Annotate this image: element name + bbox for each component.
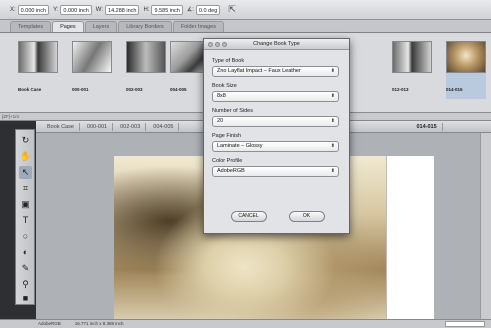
tab-folder-images[interactable]: Folder Images: [172, 21, 224, 32]
thumbnail-012-013[interactable]: 012-013: [392, 41, 432, 99]
color-swatch-icon[interactable]: ■: [19, 292, 32, 305]
y-label: Y:: [53, 6, 59, 13]
w-label: W:: [95, 6, 104, 13]
chevron-updown-icon: ⬍: [330, 93, 335, 99]
close-window-icon[interactable]: [208, 42, 213, 47]
y-control: Y: 0.000 inch: [53, 4, 92, 15]
dimensions-status: 16.771 inch x 8.388 inch: [74, 321, 124, 326]
w-field[interactable]: 14.288 inch: [105, 4, 140, 15]
x-field[interactable]: 0.000 inch: [17, 4, 50, 15]
select-value: 20: [217, 118, 224, 124]
zoom-field[interactable]: [445, 321, 485, 327]
tab-layers[interactable]: Layers: [84, 21, 118, 32]
thumbnail-caption: 012-013: [392, 87, 409, 92]
hand-tool-icon[interactable]: ✋: [19, 150, 32, 163]
book-size-label: Book Size: [212, 83, 237, 89]
vertical-scrollbar[interactable]: [480, 133, 491, 319]
angle-control: ∡: 0.0 deg: [186, 4, 221, 15]
tab-pages[interactable]: Pages: [52, 21, 84, 32]
color-profile-select[interactable]: AdobeRGB ⬍: [212, 166, 339, 177]
change-book-type-dialog: Change Book Type Type of Book Zno Layfla…: [203, 38, 350, 234]
color-profile-label: Color Profile: [212, 158, 243, 164]
ok-button[interactable]: OK: [288, 211, 325, 222]
thumbnail-image: [126, 41, 166, 73]
thumbnail-002-003[interactable]: 002-003: [126, 41, 166, 99]
thumbnail-caption: 000-001: [72, 87, 89, 92]
h-control: H: 9.585 inch: [143, 4, 183, 15]
x-label: X:: [10, 6, 16, 13]
minimize-window-icon[interactable]: [215, 42, 220, 47]
thumbnail-caption: 002-003: [126, 87, 143, 92]
dialog-titlebar: Change Book Type: [204, 39, 349, 50]
text-tool-icon[interactable]: T: [19, 214, 32, 227]
select-value: 8x8: [217, 93, 226, 99]
page-finish-select[interactable]: Laminate – Glossy ⬍: [212, 141, 339, 152]
tools-panel: ↻ ✋ ↖ ⌗ ▣ T ○ ◐ ✎ ⚲ ■: [15, 129, 35, 305]
number-of-sides-label: Number of Sides: [212, 108, 253, 114]
h-label: H:: [143, 6, 150, 13]
type-of-book-select[interactable]: Zno Layflat Impact – Faux Leather ⬍: [212, 66, 339, 77]
book-size-select[interactable]: 8x8 ⬍: [212, 91, 339, 102]
doc-tab-002-003[interactable]: 002-003: [115, 122, 147, 131]
thumbnail-image: [18, 41, 58, 73]
dialog-title: Change Book Type: [253, 41, 300, 47]
image-tool-icon[interactable]: ▣: [19, 198, 32, 211]
thumbnail-image: [392, 41, 432, 73]
tab-library-borders[interactable]: Library Borders: [118, 21, 172, 32]
tab-templates[interactable]: Templates: [10, 21, 52, 32]
thumbnail-image: [72, 41, 112, 73]
thumbnail-014-015[interactable]: 014-015: [446, 41, 486, 99]
dialog-body: Type of Book Zno Layflat Impact – Faux L…: [204, 50, 349, 177]
x-control: X: 0.000 inch: [10, 4, 50, 15]
thumbnail-caption: Book Case: [18, 87, 42, 92]
ellipse-tool-icon[interactable]: ○: [19, 230, 32, 243]
color-mode-status: AdobeRGB: [38, 321, 61, 326]
crop-tool-icon[interactable]: ⌗: [19, 182, 32, 195]
eyedropper-icon[interactable]: ✎: [19, 262, 32, 275]
type-of-book-label: Type of Book: [212, 58, 245, 64]
control-bar: X: 0.000 inch Y: 0.000 inch W: 14.288 in…: [0, 0, 491, 20]
status-bar: AdobeRGB 16.771 inch x 8.388 inch: [0, 319, 491, 328]
h-field[interactable]: 9.585 inch: [151, 4, 183, 15]
fit-icon[interactable]: ⇱: [228, 4, 236, 15]
chevron-updown-icon: ⬍: [330, 143, 335, 149]
w-control: W: 14.288 inch: [95, 4, 140, 15]
dialog-buttons: CANCEL OK: [204, 211, 351, 222]
chevron-updown-icon: ⬍: [330, 68, 335, 74]
zoom-window-icon[interactable]: [222, 42, 227, 47]
window-controls: [208, 42, 227, 47]
thumbnail-image: [446, 41, 486, 73]
number-of-sides-select[interactable]: 20 ⬍: [212, 116, 339, 127]
select-value: AdobeRGB: [217, 168, 245, 174]
panel-tabs: Templates Pages Layers Library Borders F…: [0, 20, 491, 33]
angle-field[interactable]: 0.0 deg: [195, 4, 221, 15]
cancel-button[interactable]: CANCEL: [230, 211, 267, 222]
shape-tool-icon[interactable]: ◐: [19, 246, 32, 259]
doc-tab-000-001[interactable]: 000-001: [82, 122, 114, 131]
page-finish-label: Page Finish: [212, 133, 242, 139]
doc-tab-004-005[interactable]: 004-005: [148, 122, 180, 131]
thumbnail-book-case[interactable]: Book Case: [18, 41, 58, 99]
y-field[interactable]: 0.000 inch: [60, 4, 92, 15]
select-value: Laminate – Glossy: [217, 143, 263, 149]
thumbnail-caption: 014-015: [446, 87, 463, 92]
thumbnail-000-001[interactable]: 000-001: [72, 41, 112, 99]
rotate-tool-icon[interactable]: ↻: [19, 134, 32, 147]
zoom-tool-icon[interactable]: ⚲: [19, 278, 32, 291]
doc-tab-014-015[interactable]: 014-015: [411, 122, 443, 131]
select-arrow-icon[interactable]: ↖: [19, 166, 32, 179]
angle-label: ∡:: [186, 7, 194, 13]
select-value: Zno Layflat Impact – Faux Leather: [217, 68, 301, 74]
facing-page[interactable]: [386, 156, 434, 319]
doc-tab-book-case[interactable]: Book Case: [42, 122, 80, 131]
chevron-updown-icon: ⬍: [330, 118, 335, 124]
chevron-updown-icon: ⬍: [330, 168, 335, 174]
